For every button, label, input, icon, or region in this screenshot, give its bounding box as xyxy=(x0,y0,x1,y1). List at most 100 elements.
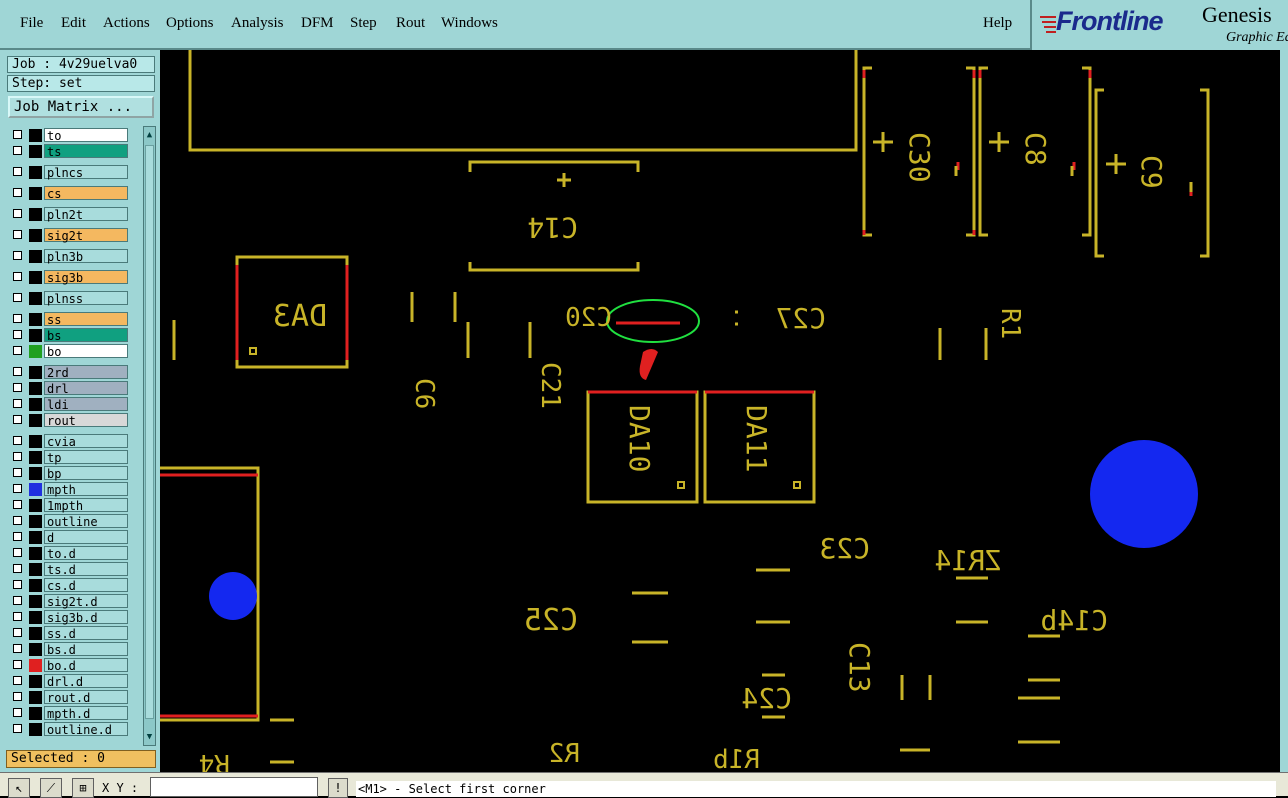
layer-color-swatch[interactable] xyxy=(29,611,42,624)
layer-checkbox[interactable] xyxy=(13,452,22,461)
menu-edit[interactable]: Edit xyxy=(61,15,86,32)
layer-color-swatch[interactable] xyxy=(29,563,42,576)
layer-color-swatch[interactable] xyxy=(29,675,42,688)
layer-name[interactable]: plncs xyxy=(44,165,128,180)
layer-checkbox[interactable] xyxy=(13,399,22,408)
layer-color-swatch[interactable] xyxy=(29,313,42,326)
layer-name[interactable]: to xyxy=(44,128,128,143)
layer-name[interactable]: sig3b.d xyxy=(44,610,128,625)
layer-name[interactable]: to.d xyxy=(44,546,128,561)
layer-row[interactable]: bs xyxy=(8,328,130,343)
layer-row[interactable]: cvia xyxy=(8,434,130,449)
layer-checkbox[interactable] xyxy=(13,314,22,323)
layer-row[interactable]: ts xyxy=(8,144,130,159)
layer-checkbox[interactable] xyxy=(13,548,22,557)
layer-scrollbar[interactable]: ▲ ▼ xyxy=(143,126,156,746)
layer-name[interactable]: tp xyxy=(44,450,128,465)
layer-row[interactable]: sig3b.d xyxy=(8,610,130,625)
menu-windows[interactable]: Windows xyxy=(441,15,498,32)
layer-checkbox[interactable] xyxy=(13,330,22,339)
layer-color-swatch[interactable] xyxy=(29,329,42,342)
layer-checkbox[interactable] xyxy=(13,500,22,509)
layer-name[interactable]: ldi xyxy=(44,397,128,412)
layer-name[interactable]: ss xyxy=(44,312,128,327)
layer-color-swatch[interactable] xyxy=(29,187,42,200)
layer-checkbox[interactable] xyxy=(13,724,22,733)
layer-row[interactable]: rout xyxy=(8,413,130,428)
measure-tool-icon[interactable]: ⟋ xyxy=(40,778,62,798)
layer-checkbox[interactable] xyxy=(13,484,22,493)
layer-name[interactable]: rout.d xyxy=(44,690,128,705)
layer-name[interactable]: pln2t xyxy=(44,207,128,222)
layer-row[interactable]: to xyxy=(8,128,130,143)
layer-row[interactable]: ts.d xyxy=(8,562,130,577)
layer-name[interactable]: 2rd xyxy=(44,365,128,380)
layer-row[interactable]: mpth xyxy=(8,482,130,497)
arrow-tool-icon[interactable]: ↖ xyxy=(8,778,30,798)
layer-row[interactable]: 2rd xyxy=(8,365,130,380)
menu-actions[interactable]: Actions xyxy=(103,15,150,32)
layer-name[interactable]: drl.d xyxy=(44,674,128,689)
layer-checkbox[interactable] xyxy=(13,436,22,445)
layer-color-swatch[interactable] xyxy=(29,499,42,512)
layer-checkbox[interactable] xyxy=(13,130,22,139)
layer-checkbox[interactable] xyxy=(13,628,22,637)
layer-color-swatch[interactable] xyxy=(29,292,42,305)
layer-row[interactable]: outline xyxy=(8,514,130,529)
layer-row[interactable]: drl.d xyxy=(8,674,130,689)
layer-checkbox[interactable] xyxy=(13,564,22,573)
scroll-thumb[interactable] xyxy=(145,145,154,719)
scroll-up-icon[interactable]: ▲ xyxy=(145,129,154,141)
layer-color-swatch[interactable] xyxy=(29,483,42,496)
layer-row[interactable]: ldi xyxy=(8,397,130,412)
layer-row[interactable]: plncs xyxy=(8,165,130,180)
layer-row[interactable]: bo.d xyxy=(8,658,130,673)
layer-row[interactable]: rout.d xyxy=(8,690,130,705)
layer-color-swatch[interactable] xyxy=(29,467,42,480)
layer-checkbox[interactable] xyxy=(13,532,22,541)
layer-color-swatch[interactable] xyxy=(29,398,42,411)
job-matrix-button[interactable]: Job Matrix ... xyxy=(8,96,154,118)
layer-name[interactable]: mpth.d xyxy=(44,706,128,721)
layer-color-swatch[interactable] xyxy=(29,229,42,242)
layer-name[interactable]: bs xyxy=(44,328,128,343)
layer-color-swatch[interactable] xyxy=(29,643,42,656)
menu-step[interactable]: Step xyxy=(350,15,377,32)
layer-color-swatch[interactable] xyxy=(29,691,42,704)
layer-color-swatch[interactable] xyxy=(29,414,42,427)
layer-row[interactable]: bo xyxy=(8,344,130,359)
layer-checkbox[interactable] xyxy=(13,346,22,355)
layer-checkbox[interactable] xyxy=(13,367,22,376)
layer-color-swatch[interactable] xyxy=(29,435,42,448)
layer-name[interactable]: bs.d xyxy=(44,642,128,657)
layer-checkbox[interactable] xyxy=(13,188,22,197)
layer-row[interactable]: pln2t xyxy=(8,207,130,222)
layer-row[interactable]: cs.d xyxy=(8,578,130,593)
exclamation-button[interactable]: ! xyxy=(328,778,348,798)
layer-name[interactable]: bp xyxy=(44,466,128,481)
layer-row[interactable]: outline.d xyxy=(8,722,130,737)
layer-row[interactable]: cs xyxy=(8,186,130,201)
layer-row[interactable]: sig2t xyxy=(8,228,130,243)
layer-name[interactable]: bo.d xyxy=(44,658,128,673)
layer-color-swatch[interactable] xyxy=(29,382,42,395)
layer-name[interactable]: d xyxy=(44,530,128,545)
layer-name[interactable]: outline.d xyxy=(44,722,128,737)
layer-row[interactable]: sig3b xyxy=(8,270,130,285)
layer-name[interactable]: cvia xyxy=(44,434,128,449)
menu-options[interactable]: Options xyxy=(166,15,214,32)
scroll-down-icon[interactable]: ▼ xyxy=(145,731,154,743)
layer-name[interactable]: mpth xyxy=(44,482,128,497)
layer-checkbox[interactable] xyxy=(13,293,22,302)
layer-name[interactable]: 1mpth xyxy=(44,498,128,513)
layer-color-swatch[interactable] xyxy=(29,250,42,263)
layer-color-swatch[interactable] xyxy=(29,723,42,736)
pcb-drawing[interactable]: DA3 C14 C20 C21 C27 C6 DA10 DA11 C23 C25… xyxy=(160,50,1280,772)
layer-color-swatch[interactable] xyxy=(29,627,42,640)
layer-color-swatch[interactable] xyxy=(29,595,42,608)
layer-row[interactable]: 1mpth xyxy=(8,498,130,513)
layer-color-swatch[interactable] xyxy=(29,547,42,560)
xy-input[interactable] xyxy=(150,777,318,797)
layer-row[interactable]: bp xyxy=(8,466,130,481)
layer-color-swatch[interactable] xyxy=(29,271,42,284)
